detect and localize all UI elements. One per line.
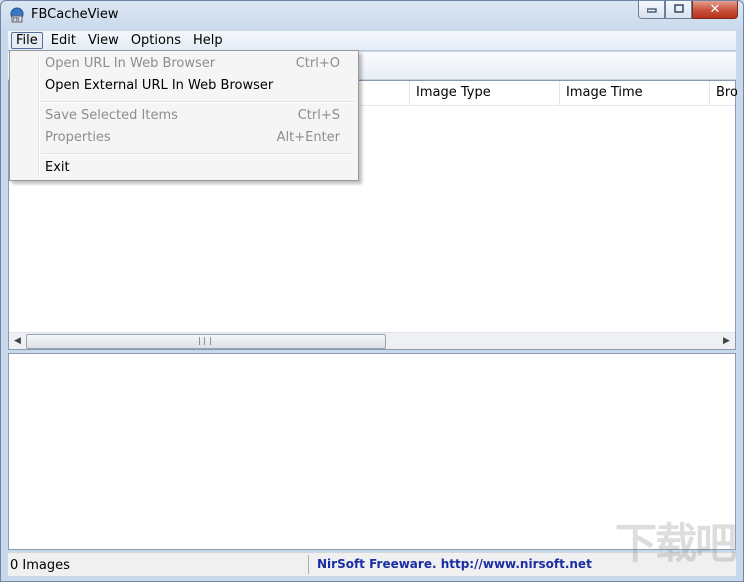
- column-header-image-time[interactable]: Image Time: [560, 81, 710, 105]
- minimize-button[interactable]: [638, 1, 665, 19]
- menu-item-label: Properties: [45, 130, 111, 145]
- menu-separator: [41, 101, 354, 103]
- column-header-browser[interactable]: Bro: [710, 81, 737, 105]
- column-header-image-type[interactable]: Image Type: [410, 81, 560, 105]
- menu-item-open-url[interactable]: Open URL In Web Browser Ctrl+O: [12, 53, 356, 75]
- menu-item-save-selected[interactable]: Save Selected Items Ctrl+S: [12, 105, 356, 127]
- menu-item-exit[interactable]: Exit: [12, 157, 356, 179]
- scroll-right-icon[interactable]: ▶: [718, 333, 735, 349]
- caption-buttons: ✕: [638, 1, 738, 21]
- scroll-thumb[interactable]: [26, 334, 386, 349]
- menu-item-properties[interactable]: Properties Alt+Enter: [12, 127, 356, 149]
- menu-file[interactable]: File: [11, 32, 43, 49]
- horizontal-scrollbar[interactable]: ◀ ▶: [9, 332, 735, 349]
- minimize-icon: [645, 3, 657, 16]
- close-button[interactable]: ✕: [692, 1, 738, 19]
- menu-item-label: Save Selected Items: [45, 108, 178, 123]
- menu-edit[interactable]: Edit: [47, 32, 80, 49]
- svg-text:FB: FB: [13, 17, 20, 23]
- file-menu-dropdown: Open URL In Web Browser Ctrl+O Open Exte…: [9, 50, 359, 181]
- status-item-count: 0 Images: [10, 558, 70, 573]
- app-icon: FB: [10, 7, 24, 23]
- nirsoft-link[interactable]: NirSoft Freeware. http://www.nirsoft.net: [317, 557, 592, 571]
- menu-item-label: Open URL In Web Browser: [45, 56, 216, 71]
- maximize-button[interactable]: [665, 1, 692, 19]
- menu-item-open-external-url[interactable]: Open External URL In Web Browser: [12, 75, 356, 97]
- scroll-left-icon[interactable]: ◀: [9, 333, 26, 349]
- menu-item-shortcut: Ctrl+O: [295, 56, 340, 71]
- menu-separator: [41, 153, 354, 155]
- menu-item-shortcut: Ctrl+S: [297, 108, 340, 123]
- menu-view[interactable]: View: [84, 32, 123, 49]
- menu-options[interactable]: Options: [127, 32, 185, 49]
- watermark-logo: 下载吧: [614, 519, 737, 568]
- window-title: FBCacheView: [31, 7, 119, 22]
- grip-icon: [199, 337, 211, 345]
- app-window: FB FBCacheView ✕ File Edit View Options …: [0, 0, 744, 582]
- status-divider: [308, 555, 309, 574]
- menu-item-label: Open External URL In Web Browser: [45, 78, 274, 93]
- close-icon: ✕: [709, 2, 721, 17]
- menu-item-label: Exit: [45, 160, 70, 175]
- menu-help[interactable]: Help: [189, 32, 227, 49]
- menu-item-shortcut: Alt+Enter: [276, 130, 340, 145]
- title-bar[interactable]: FB FBCacheView ✕: [1, 1, 743, 30]
- maximize-icon: [673, 3, 684, 16]
- menu-bar: File Edit View Options Help: [8, 31, 736, 51]
